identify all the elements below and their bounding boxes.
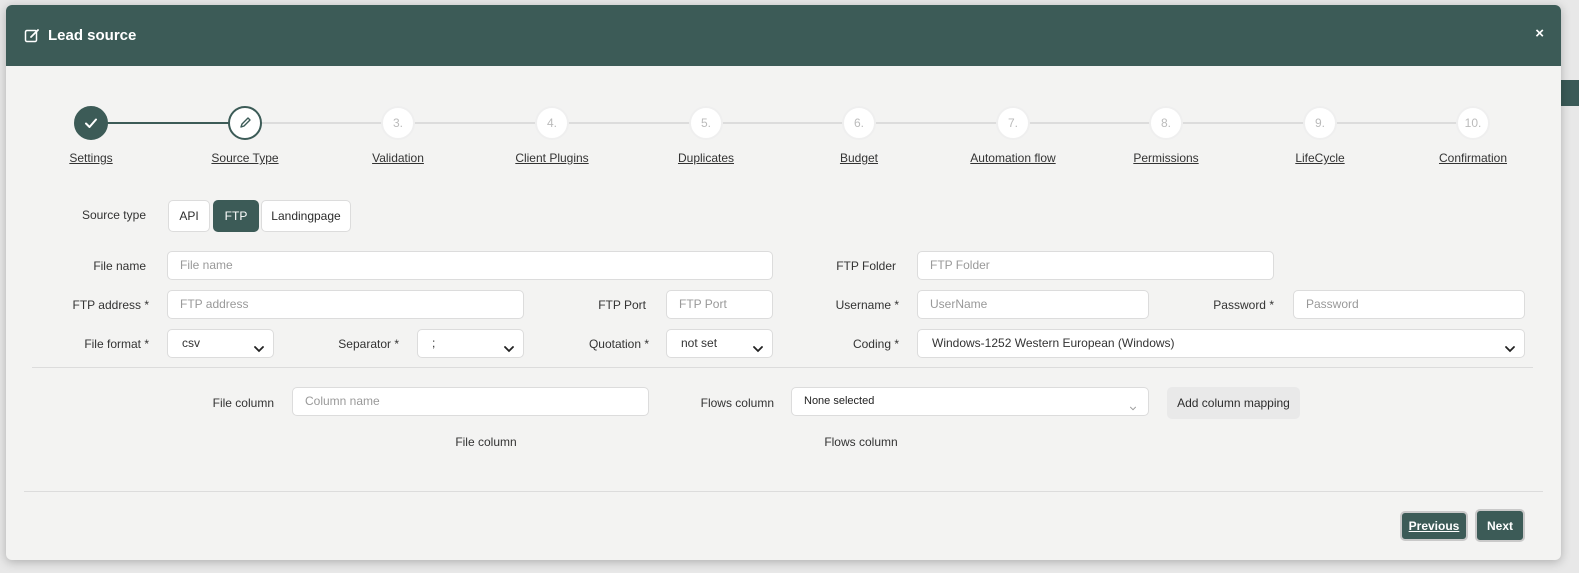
file-name-label: File name xyxy=(93,259,146,273)
password-label: Password * xyxy=(1213,298,1274,312)
source-type-api[interactable]: API xyxy=(168,200,210,232)
ftp-port-input[interactable]: FTP Port xyxy=(666,290,773,319)
modal-header: Lead source × xyxy=(6,5,1561,66)
step-source-type[interactable]: Source Type xyxy=(175,106,315,165)
flows-column-header: Flows column xyxy=(824,435,898,449)
file-name-input[interactable]: File name xyxy=(167,251,773,280)
edit-icon xyxy=(24,28,40,44)
step-label: Duplicates xyxy=(677,151,735,165)
file-format-select[interactable]: csv xyxy=(167,329,274,358)
ftp-address-input[interactable]: FTP address xyxy=(167,290,524,319)
step-label: LifeCycle xyxy=(1295,151,1345,165)
ftp-folder-label: FTP Folder xyxy=(836,259,896,273)
step-duplicates[interactable]: 5. Duplicates xyxy=(636,106,776,165)
ftp-address-label: FTP address * xyxy=(72,298,149,312)
step-validation[interactable]: 3. Validation xyxy=(328,106,468,165)
flows-column-select[interactable]: None selected xyxy=(791,387,1149,416)
source-type-ftp[interactable]: FTP xyxy=(213,200,259,232)
separator-select[interactable]: ; xyxy=(417,329,524,358)
chevron-down-icon xyxy=(253,338,265,353)
step-automation-flow[interactable]: 7. Automation flow xyxy=(943,106,1083,165)
step-number: 6. xyxy=(842,106,876,140)
coding-select[interactable]: Windows-1252 Western European (Windows) xyxy=(917,329,1525,358)
file-column-label: File column xyxy=(212,396,274,410)
file-column-input[interactable]: Column name xyxy=(292,387,649,416)
quotation-select[interactable]: not set xyxy=(666,329,773,358)
step-label: Automation flow xyxy=(970,151,1056,165)
step-number: 8. xyxy=(1149,106,1183,140)
password-input[interactable]: Password xyxy=(1293,290,1525,319)
step-label: Source Type xyxy=(211,151,279,165)
step-label: Budget xyxy=(839,151,879,165)
step-label: Validation xyxy=(372,151,424,165)
check-icon xyxy=(74,106,108,140)
next-button[interactable]: Next xyxy=(1475,509,1525,542)
chevron-down-icon xyxy=(1128,397,1140,411)
source-type-label: Source type xyxy=(81,208,146,222)
step-confirmation[interactable]: 10. Confirmation xyxy=(1403,106,1543,165)
flows-column-value: None selected xyxy=(804,395,875,407)
step-client-plugins[interactable]: 4. Client Plugins xyxy=(482,106,622,165)
pencil-icon xyxy=(228,106,262,140)
wizard-stepper: Settings Source Type 3. Validation 4. Cl… xyxy=(6,98,1561,168)
quotation-value: not set xyxy=(681,336,718,350)
step-permissions[interactable]: 8. Permissions xyxy=(1096,106,1236,165)
chevron-down-icon xyxy=(1504,338,1516,353)
separator-label: Separator * xyxy=(338,337,399,351)
background-edge xyxy=(1561,80,1579,106)
add-column-mapping-button[interactable]: Add column mapping xyxy=(1167,387,1300,419)
step-label: Settings xyxy=(69,151,113,165)
step-number: 5. xyxy=(689,106,723,140)
chevron-down-icon xyxy=(503,338,515,353)
file-column-header: File column xyxy=(455,435,517,449)
file-format-label: File format * xyxy=(84,337,149,351)
lead-source-modal: Lead source × Settings Source Type 3. Va… xyxy=(6,5,1561,560)
coding-value: Windows-1252 Western European (Windows) xyxy=(932,336,1175,350)
quotation-label: Quotation * xyxy=(588,337,649,351)
step-budget[interactable]: 6. Budget xyxy=(789,106,929,165)
source-type-landingpage[interactable]: Landingpage xyxy=(261,200,351,232)
modal-title: Lead source xyxy=(48,27,137,44)
ftp-folder-input[interactable]: FTP Folder xyxy=(917,251,1274,280)
separator-value: ; xyxy=(432,336,436,350)
flows-column-label: Flows column xyxy=(700,396,774,410)
step-label: Permissions xyxy=(1133,151,1199,165)
file-format-value: csv xyxy=(182,336,200,350)
username-input[interactable]: UserName xyxy=(917,290,1149,319)
form-divider xyxy=(32,367,1533,368)
step-label: Confirmation xyxy=(1438,151,1508,165)
footer-divider xyxy=(24,491,1543,492)
coding-label: Coding * xyxy=(852,337,899,351)
step-lifecycle[interactable]: 9. LifeCycle xyxy=(1250,106,1390,165)
step-number: 4. xyxy=(535,106,569,140)
chevron-down-icon xyxy=(752,338,764,353)
ftp-port-label: FTP Port xyxy=(598,298,646,312)
username-label: Username * xyxy=(835,298,899,312)
previous-button[interactable]: Previous xyxy=(1400,511,1468,541)
step-settings[interactable]: Settings xyxy=(21,106,161,165)
step-number: 9. xyxy=(1303,106,1337,140)
step-number: 10. xyxy=(1456,106,1490,140)
step-label: Client Plugins xyxy=(515,151,589,165)
step-number: 3. xyxy=(381,106,415,140)
close-button[interactable]: × xyxy=(1535,25,1544,42)
step-number: 7. xyxy=(996,106,1030,140)
